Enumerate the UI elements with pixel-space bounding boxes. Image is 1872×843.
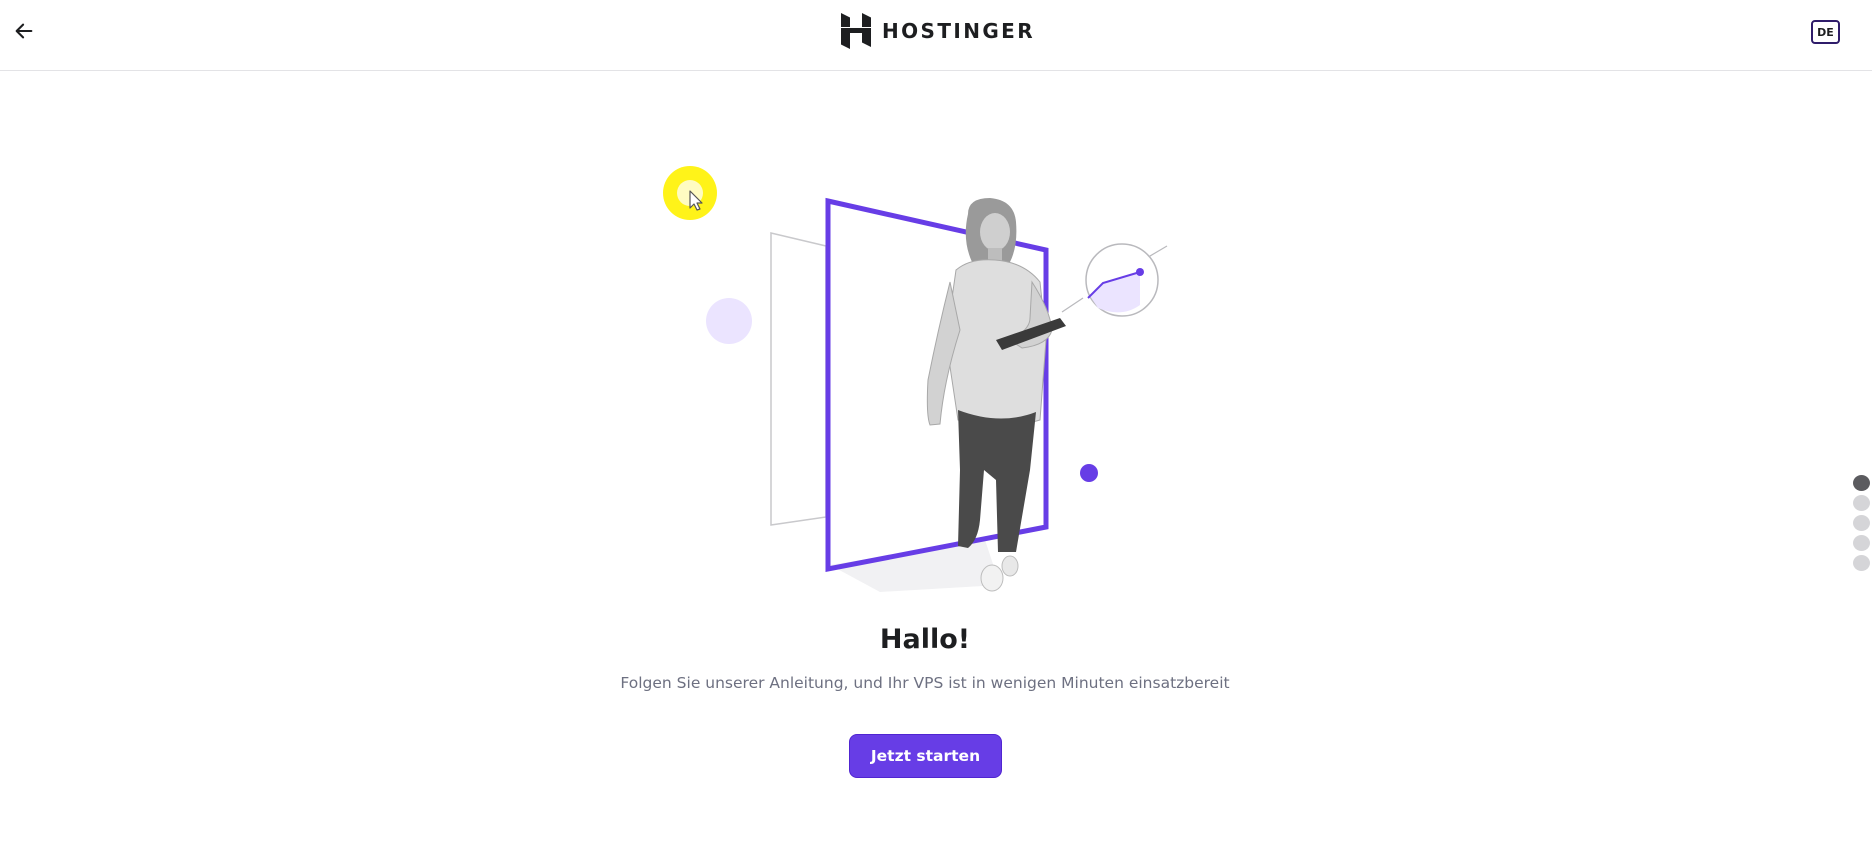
step-pager — [1853, 475, 1871, 571]
pager-dot-1[interactable] — [1853, 475, 1870, 491]
decor-circle-light — [706, 298, 752, 344]
floor-shadow — [830, 540, 1000, 592]
language-switcher[interactable]: DE — [1811, 20, 1840, 44]
hostinger-h-logo-icon — [841, 13, 871, 49]
woman-figure — [926, 198, 1066, 592]
hostinger-logo[interactable]: HOSTINGER — [840, 13, 1035, 49]
cursor-highlight — [663, 166, 717, 220]
hero-illustration — [706, 197, 1168, 592]
hero-title: Hallo! — [879, 624, 971, 655]
arrow-left-icon — [15, 23, 33, 39]
back-button[interactable] — [10, 17, 38, 45]
pager-dot-3[interactable] — [1853, 515, 1870, 531]
start-button[interactable]: Jetzt starten — [849, 734, 1002, 778]
hero-subtitle: Folgen Sie unserer Anleitung, und Ihr VP… — [620, 674, 1230, 692]
mouse-pointer-icon — [689, 190, 703, 211]
pager-dot-2[interactable] — [1853, 495, 1870, 511]
growth-chart-bubble — [1061, 243, 1168, 317]
back-door-panel — [770, 232, 827, 526]
decor-dot — [1080, 464, 1098, 482]
pager-dot-5[interactable] — [1853, 555, 1870, 571]
top-bar: HOSTINGER DE — [0, 0, 1872, 71]
door-frame — [825, 197, 1049, 573]
brand-name: HOSTINGER — [882, 19, 1036, 43]
pager-dot-4[interactable] — [1853, 535, 1870, 551]
